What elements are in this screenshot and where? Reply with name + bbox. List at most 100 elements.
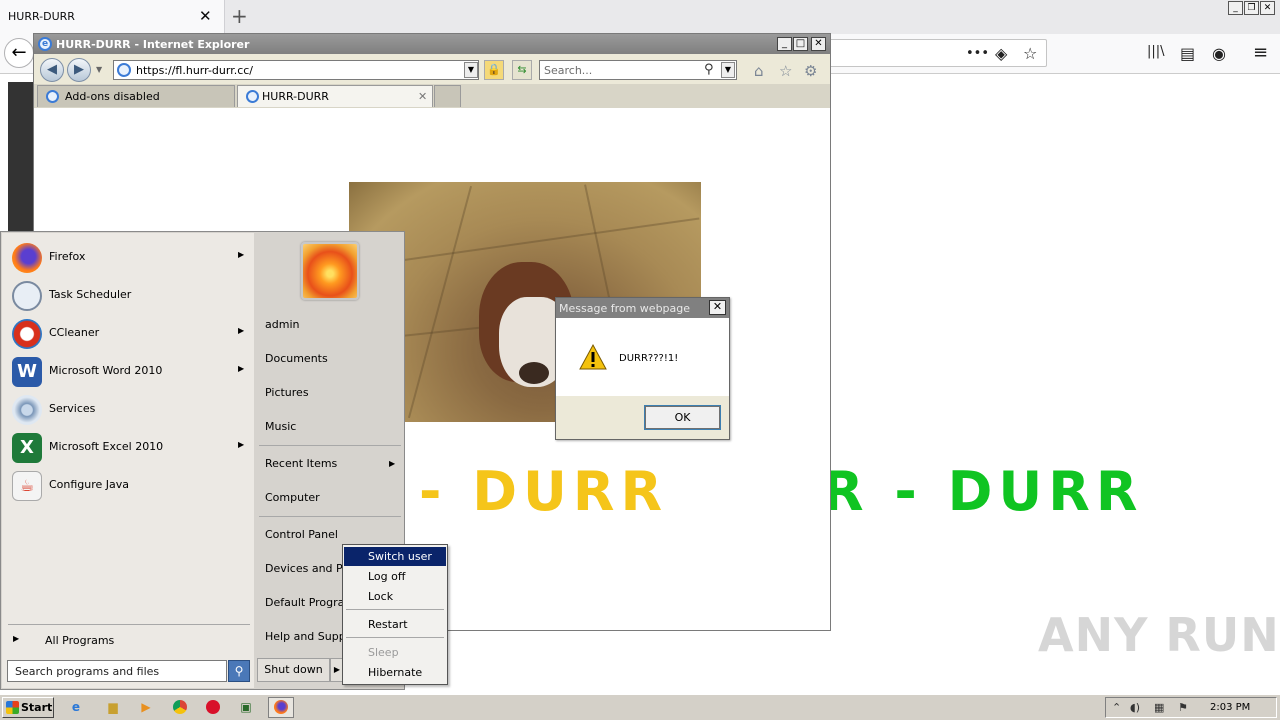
- program-label: Configure Java: [49, 478, 130, 491]
- account-icon[interactable]: ◉: [1212, 44, 1226, 63]
- user-admin[interactable]: admin: [265, 318, 299, 331]
- user-avatar[interactable]: [301, 242, 359, 300]
- ie-maximize-button[interactable]: □: [793, 37, 808, 51]
- ie-search-placeholder: Search...: [544, 64, 593, 77]
- terminal-icon[interactable]: ▣: [233, 697, 259, 718]
- switch-user-item[interactable]: Switch user: [344, 547, 446, 566]
- program-ccleaner[interactable]: CCleaner ▶: [2, 314, 252, 352]
- back-button[interactable]: ←: [4, 38, 34, 68]
- start-button[interactable]: Start: [2, 697, 54, 718]
- help-support-link[interactable]: Help and Suppo: [265, 630, 352, 643]
- all-programs[interactable]: ▶ All Programs: [2, 631, 252, 651]
- default-programs-link[interactable]: Default Prograi: [265, 596, 347, 609]
- control-panel-link[interactable]: Control Panel: [265, 528, 338, 541]
- restore-button[interactable]: ❐: [1244, 1, 1259, 15]
- ie-history-dropdown-icon[interactable]: ▼: [96, 65, 102, 74]
- search-icon[interactable]: ⚲: [228, 660, 250, 682]
- program-label: Microsoft Excel 2010: [49, 440, 164, 453]
- all-programs-label: All Programs: [45, 634, 115, 647]
- documents-link[interactable]: Documents: [265, 352, 328, 365]
- ie-forward-button[interactable]: ▶: [67, 58, 91, 82]
- dialog-title: Message from webpage: [559, 302, 691, 315]
- ie-new-tab-button[interactable]: [434, 85, 461, 107]
- ie-close-button[interactable]: ✕: [811, 37, 826, 51]
- ie-address-text: https://fl.hurr-durr.cc/: [136, 64, 254, 77]
- ok-button[interactable]: OK: [644, 405, 721, 430]
- recent-items-link[interactable]: Recent Items: [265, 457, 337, 470]
- java-icon: ☕: [12, 471, 42, 501]
- media-icon[interactable]: ▶: [133, 697, 159, 718]
- program-word[interactable]: W Microsoft Word 2010 ▶: [2, 352, 252, 390]
- library-icon[interactable]: |||\: [1147, 44, 1165, 59]
- dialog-message: DURR???!1!: [619, 353, 679, 364]
- pocket-icon[interactable]: ◈: [995, 44, 1007, 63]
- program-excel[interactable]: X Microsoft Excel 2010 ▶: [2, 428, 252, 466]
- clock-icon: [12, 281, 42, 311]
- ie-search-box[interactable]: Search... ⚲ ▼: [539, 60, 737, 80]
- dialog-body: DURR???!1!: [556, 318, 729, 396]
- program-firefox[interactable]: Firefox ▶: [2, 238, 252, 276]
- message-dialog: Message from webpage ✕ DURR???!1! OK: [555, 297, 730, 440]
- new-tab-button[interactable]: +: [231, 4, 248, 28]
- sleep-item: Sleep: [368, 646, 399, 659]
- firefox-icon[interactable]: [268, 697, 294, 718]
- start-search-input[interactable]: Search programs and files: [7, 660, 227, 682]
- ie-minimize-button[interactable]: _: [777, 37, 792, 51]
- program-task-scheduler[interactable]: Task Scheduler: [2, 276, 252, 314]
- search-icon[interactable]: ⚲: [704, 62, 714, 77]
- action-center-flag-icon[interactable]: ⚑: [1178, 701, 1188, 714]
- opera-icon[interactable]: [200, 697, 226, 718]
- refresh-icon[interactable]: ⇆: [512, 60, 532, 80]
- close-window-button[interactable]: ✕: [1260, 1, 1275, 15]
- volume-icon[interactable]: ◖): [1130, 701, 1140, 714]
- bookmark-star-icon[interactable]: ☆: [1023, 44, 1037, 63]
- ie-back-button[interactable]: ◀: [40, 58, 64, 82]
- hibernate-item[interactable]: Hibernate: [344, 663, 446, 682]
- address-dropdown-icon[interactable]: ▼: [464, 62, 478, 78]
- pictures-link[interactable]: Pictures: [265, 386, 309, 399]
- ie-tab-icon: [246, 90, 259, 103]
- dialog-close-button[interactable]: ✕: [709, 300, 726, 315]
- chrome-icon[interactable]: [167, 697, 193, 718]
- firefox-url-bar[interactable]: [830, 39, 1047, 67]
- ie-tab-hurr-durr[interactable]: HURR-DURR ✕: [237, 85, 433, 107]
- lock-icon[interactable]: 🔒: [484, 60, 504, 80]
- system-tray: ⌃ ◖) ▦ ⚑ 2:03 PM: [1105, 697, 1277, 718]
- page-actions-icon[interactable]: •••: [966, 46, 989, 61]
- close-tab-icon[interactable]: ✕: [199, 7, 212, 25]
- ie-tab-close-icon[interactable]: ✕: [418, 90, 427, 103]
- favorites-icon[interactable]: ☆: [779, 62, 792, 80]
- devices-printers-link[interactable]: Devices and Pri: [265, 562, 350, 575]
- tools-gear-icon[interactable]: ⚙: [804, 62, 817, 80]
- network-icon[interactable]: ▦: [1154, 701, 1164, 714]
- music-link[interactable]: Music: [265, 420, 296, 433]
- folder-icon[interactable]: ▆: [100, 697, 126, 718]
- clock-time[interactable]: 2:03 PM: [1210, 702, 1250, 713]
- show-hidden-icons-icon[interactable]: ⌃: [1112, 701, 1121, 714]
- ie-tab-icon: [46, 90, 59, 103]
- program-label: Firefox: [49, 250, 86, 263]
- ie-tab-label: HURR-DURR: [262, 90, 329, 103]
- separator: [346, 637, 444, 638]
- firefox-tab[interactable]: HURR-DURR ✕: [0, 0, 225, 34]
- ie-tab-addons[interactable]: Add-ons disabled: [37, 85, 235, 107]
- shutdown-button[interactable]: Shut down: [257, 658, 330, 682]
- ie-icon[interactable]: e: [63, 697, 89, 718]
- log-off-item[interactable]: Log off: [344, 567, 446, 586]
- warning-icon: [579, 343, 607, 370]
- restart-item[interactable]: Restart: [344, 615, 446, 634]
- separator: [8, 624, 250, 625]
- search-dropdown-icon[interactable]: ▼: [721, 62, 735, 78]
- program-services[interactable]: Services: [2, 390, 252, 428]
- firefox-icon: [12, 243, 42, 273]
- computer-link[interactable]: Computer: [265, 491, 320, 504]
- home-icon[interactable]: ⌂: [754, 62, 764, 80]
- lock-item[interactable]: Lock: [344, 587, 446, 606]
- ie-address-bar[interactable]: https://fl.hurr-durr.cc/ ▼: [113, 60, 479, 80]
- program-configure-java[interactable]: ☕ Configure Java: [2, 466, 252, 504]
- sidebar-icon[interactable]: ▤: [1180, 44, 1195, 63]
- firefox-tab-title: HURR-DURR: [8, 10, 75, 23]
- minimize-button[interactable]: _: [1228, 1, 1243, 15]
- start-label: Start: [21, 701, 53, 714]
- menu-icon[interactable]: ≡: [1253, 42, 1268, 63]
